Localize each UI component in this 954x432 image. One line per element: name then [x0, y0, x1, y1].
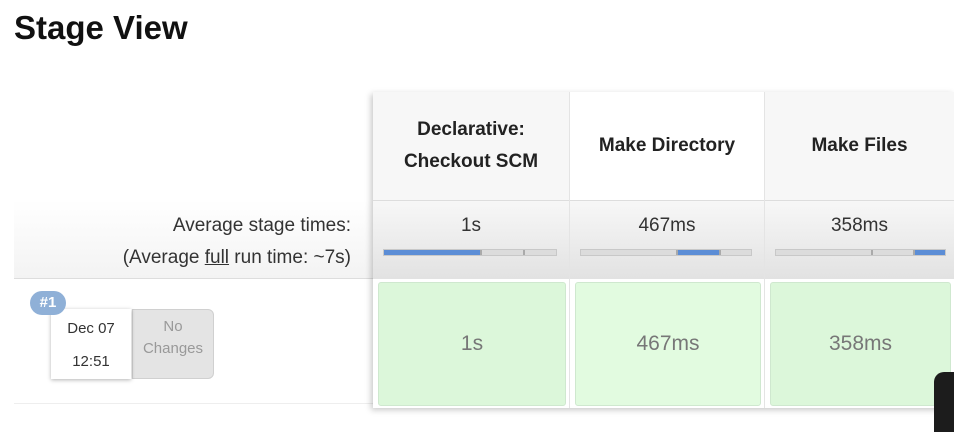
stage-build-time: 1s	[460, 332, 484, 355]
changes-line2: Changes	[142, 340, 204, 357]
build-time: 12:51	[72, 353, 110, 370]
stage-build-time: 467ms	[636, 332, 700, 355]
average-stage-times-summary: Average stage times: (Average full run t…	[14, 200, 373, 278]
stage-average-time: 358ms	[830, 215, 889, 236]
stage-average: 1s	[373, 200, 569, 279]
stage-name-line1: Make Files	[811, 135, 908, 156]
average-stage-times-label: Average stage times:	[172, 215, 351, 236]
stage-build-cell[interactable]: 358ms	[770, 282, 951, 406]
stage-name-line2: Checkout SCM	[403, 151, 539, 172]
stage-header: Declarative: Checkout SCM	[373, 92, 569, 200]
floating-widget[interactable]	[934, 372, 954, 432]
stage-progress-fill	[912, 250, 945, 255]
stage-progress-marker	[870, 250, 873, 255]
stage-table: Declarative: Checkout SCM 1s 1s Make Dire…	[373, 92, 954, 408]
average-run-time-label: (Average full run time: ~7s)	[123, 247, 351, 269]
build-number-badge[interactable]: #1	[30, 291, 66, 315]
stage-average-time: 467ms	[638, 215, 696, 236]
stage-average-time: 1s	[460, 215, 482, 236]
average-run-prefix: (Average	[122, 247, 205, 268]
stage-progress-bar	[383, 249, 557, 256]
stage-progress-bar	[580, 249, 752, 256]
stage-name-line1: Make Directory	[598, 135, 736, 156]
stage-progress-marker	[523, 250, 526, 255]
stage-progress-marker	[718, 250, 721, 255]
stage-header: Make Directory	[570, 92, 764, 200]
stage-build-cell[interactable]: 1s	[378, 282, 566, 406]
full-run-link[interactable]: full	[205, 247, 229, 268]
build-date-card[interactable]: Dec 07 12:51	[51, 309, 131, 379]
stage-column-make-directory: Make Directory 467ms 467ms	[570, 92, 764, 408]
build-row: #1 Dec 07 12:51 No Changes	[14, 278, 373, 404]
stage-name-line1: Declarative:	[417, 119, 525, 140]
changes-line1: No	[163, 318, 183, 335]
stage-header: Make Files	[765, 92, 954, 200]
build-changes[interactable]: No Changes	[132, 309, 214, 379]
stage-progress-marker	[676, 250, 679, 255]
average-run-suffix: run time: ~7s)	[229, 247, 351, 268]
stage-progress-bar	[775, 249, 946, 256]
stage-progress-marker	[912, 250, 915, 255]
stage-progress-fill	[384, 250, 481, 255]
build-date: Dec 07	[67, 320, 115, 337]
stage-build-time: 358ms	[828, 332, 893, 355]
stage-progress-marker	[480, 250, 483, 255]
stage-progress-fill	[676, 250, 719, 255]
stage-average: 358ms	[765, 200, 954, 279]
page-title: Stage View	[14, 9, 188, 46]
stage-build-cell[interactable]: 467ms	[575, 282, 761, 406]
stage-average: 467ms	[570, 200, 764, 279]
stage-column-checkout-scm: Declarative: Checkout SCM 1s 1s	[373, 92, 569, 408]
stage-column-make-files: Make Files 358ms 358ms	[765, 92, 954, 408]
